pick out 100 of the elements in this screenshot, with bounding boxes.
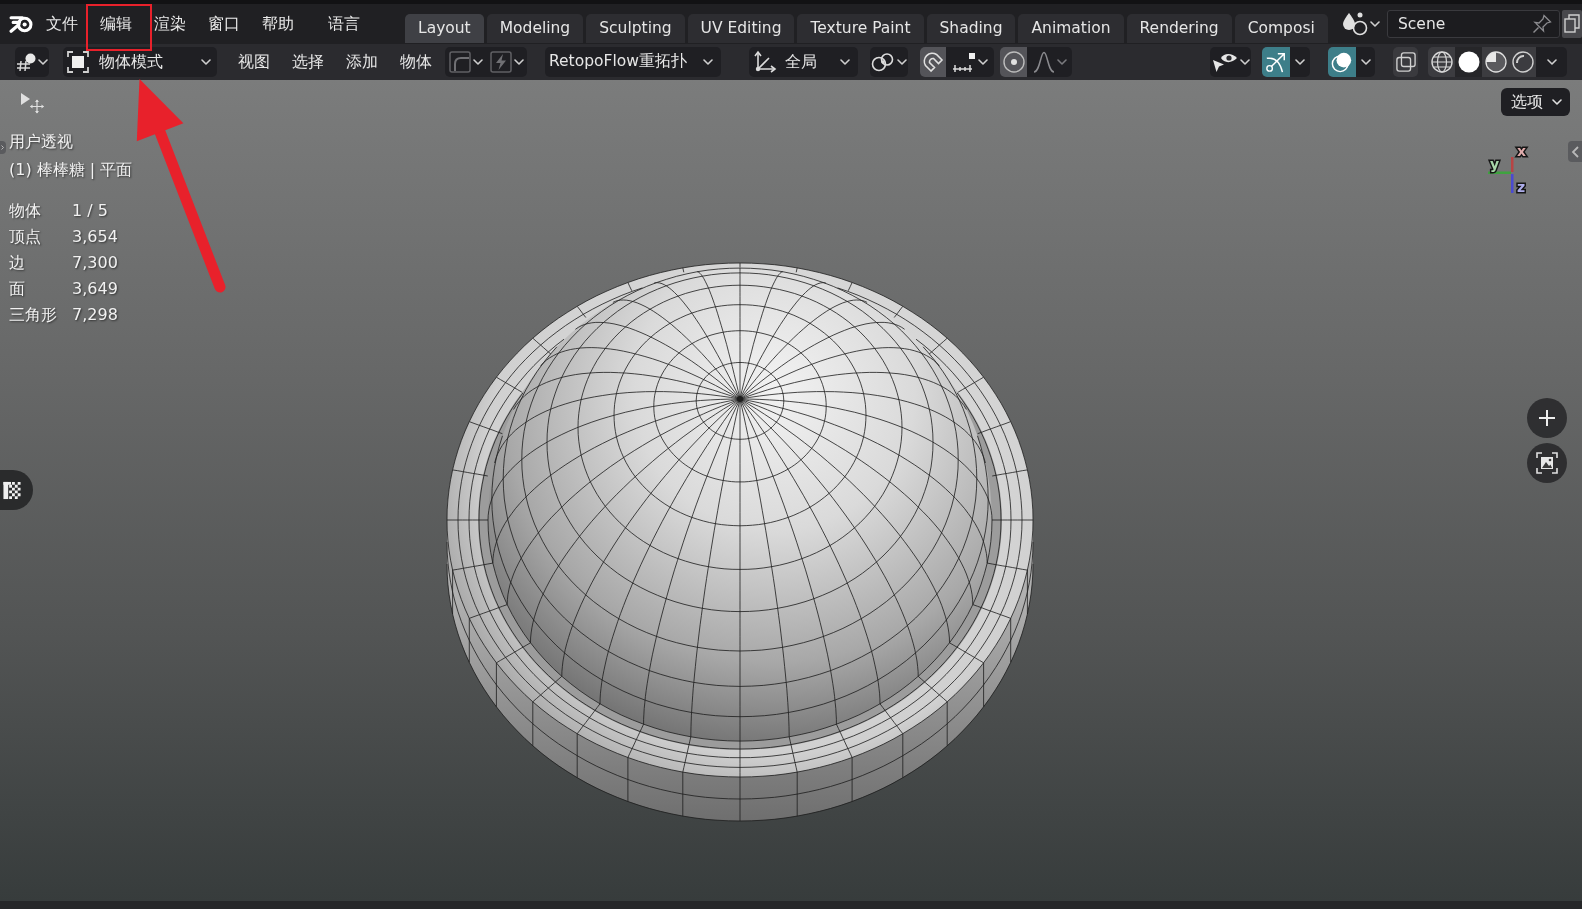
select-mode-button[interactable]	[445, 47, 486, 77]
workspace-tab[interactable]: Modeling	[486, 14, 584, 43]
menu-item[interactable]: 帮助	[251, 12, 305, 36]
axes-icon	[753, 50, 777, 74]
eye-cursor-icon	[1211, 51, 1238, 73]
stat-value: 1 / 5	[72, 200, 109, 222]
target-circle-icon	[1002, 51, 1025, 73]
caret-icon	[1370, 21, 1380, 27]
select-mode-button[interactable]	[486, 47, 527, 77]
visibility-button[interactable]	[1210, 47, 1251, 77]
overlapping-circles-icon	[1331, 51, 1353, 73]
view-name: 用户透视	[9, 131, 74, 153]
workspace-tab[interactable]: Animation	[1018, 14, 1124, 43]
menu-item[interactable]: 语言	[317, 12, 371, 36]
wire-globe-icon	[1430, 51, 1453, 73]
pin-icon[interactable]	[1532, 14, 1552, 34]
sidebar-toggle-button[interactable]	[1568, 141, 1582, 162]
toolbar-toggle-button[interactable]	[0, 470, 33, 510]
caret-icon	[703, 59, 713, 65]
workspace-tab[interactable]: Rendering	[1126, 14, 1232, 43]
shading-button[interactable]	[1509, 47, 1536, 77]
checker-icon	[3, 480, 21, 500]
stat-value: 3,649	[72, 278, 119, 300]
workspace-tab[interactable]: Shading	[926, 14, 1016, 43]
caret-icon	[1056, 59, 1067, 65]
menu-item[interactable]: 文件	[35, 12, 89, 36]
bolt-tile-icon	[489, 51, 512, 73]
ruler-ticks-icon	[952, 51, 976, 73]
half-shaded-circle-icon	[1484, 51, 1507, 73]
xray-toggle-button[interactable]	[1393, 47, 1418, 77]
caret-icon	[38, 59, 48, 65]
app-logo-icon[interactable]	[9, 14, 33, 34]
stat-label: 物体	[9, 200, 42, 222]
workspace-tab[interactable]: Layout	[405, 14, 484, 43]
proportional-toggle-button[interactable]	[1000, 47, 1027, 77]
caret-icon	[1295, 59, 1305, 65]
axis-label: x	[1517, 144, 1527, 159]
arrow-arc-icon	[1265, 51, 1287, 73]
stat-value: 7,298	[72, 304, 119, 326]
caret-icon	[1546, 59, 1557, 65]
falloff-button[interactable]	[1027, 47, 1072, 77]
axis-label: z	[1517, 179, 1526, 195]
addon-dropdown[interactable]: RetopoFlow重拓扑	[545, 47, 721, 77]
caret-icon	[1239, 59, 1250, 65]
menu-item[interactable]: 视图	[227, 50, 281, 74]
shading-button[interactable]	[1428, 47, 1455, 77]
expand-tab-icon[interactable]	[0, 141, 6, 154]
scene-type-button[interactable]	[1342, 12, 1380, 36]
camera-view-button[interactable]	[1527, 443, 1567, 483]
caret-icon	[1360, 59, 1371, 65]
shading-button[interactable]	[1482, 47, 1509, 77]
caret-icon	[1552, 99, 1562, 105]
stat-value: 7,300	[72, 252, 119, 274]
gizmo-toggle-button[interactable]	[1262, 47, 1290, 77]
image-frame-icon	[1536, 452, 1558, 474]
zoom-button[interactable]	[1527, 398, 1567, 438]
solid-circle-icon	[1457, 51, 1480, 73]
caret-icon	[978, 59, 988, 65]
editor-type-button[interactable]	[15, 47, 49, 77]
gizmo-menu-button[interactable]	[1290, 47, 1310, 77]
menu-item[interactable]: 添加	[335, 50, 389, 74]
workspace-tab[interactable]: Texture Paint	[797, 14, 924, 43]
shading-button[interactable]	[1455, 47, 1482, 77]
menu-item[interactable]: 编辑	[89, 12, 143, 36]
caret-icon	[472, 59, 483, 65]
snap-toggle-button[interactable]	[920, 47, 946, 77]
menu-item[interactable]: 物体	[389, 50, 443, 74]
stat-label: 三角形	[9, 304, 58, 326]
menu-item[interactable]: 渲染	[143, 12, 197, 36]
caret-icon	[897, 59, 907, 65]
stat-value: 3,654	[72, 226, 119, 248]
magnet-icon	[922, 51, 944, 73]
workspace-tab[interactable]: Sculpting	[586, 14, 685, 43]
drops-circle-icon	[1342, 12, 1368, 36]
object-info: (1) 棒棒糖 | 平面	[9, 159, 133, 181]
orientation-dropdown[interactable]: 全局	[749, 47, 858, 77]
caret-icon	[513, 59, 524, 65]
stat-label: 面	[9, 278, 26, 300]
square-icon	[67, 51, 89, 73]
axis-label: y	[1490, 156, 1500, 172]
overlapping-squares-icon	[1395, 52, 1416, 72]
overlay-toggle-button[interactable]	[1328, 47, 1356, 77]
options-dropdown[interactable]: 选项	[1501, 88, 1570, 116]
workspace-tab[interactable]: UV Editing	[687, 14, 795, 43]
pivot-button[interactable]	[870, 47, 908, 77]
workspace-tab[interactable]: Composi	[1234, 14, 1328, 43]
grid-sphere-icon	[16, 53, 36, 71]
menu-item[interactable]: 窗口	[197, 12, 251, 36]
linked-circles-icon	[871, 52, 895, 72]
copy-icon[interactable]	[1562, 10, 1582, 38]
shading-menu-button[interactable]	[1536, 47, 1567, 77]
caret-icon	[840, 59, 850, 65]
scene-field[interactable]: Scene	[1387, 10, 1560, 38]
snap-options-button[interactable]	[946, 47, 994, 77]
stat-label: 顶点	[9, 226, 42, 248]
shaded-circle-icon	[1511, 51, 1534, 73]
overlay-menu-button[interactable]	[1356, 47, 1375, 77]
menu-item[interactable]: 选择	[281, 50, 335, 74]
plus-icon	[1539, 410, 1555, 426]
mode-dropdown[interactable]: 物体模式	[63, 47, 217, 77]
